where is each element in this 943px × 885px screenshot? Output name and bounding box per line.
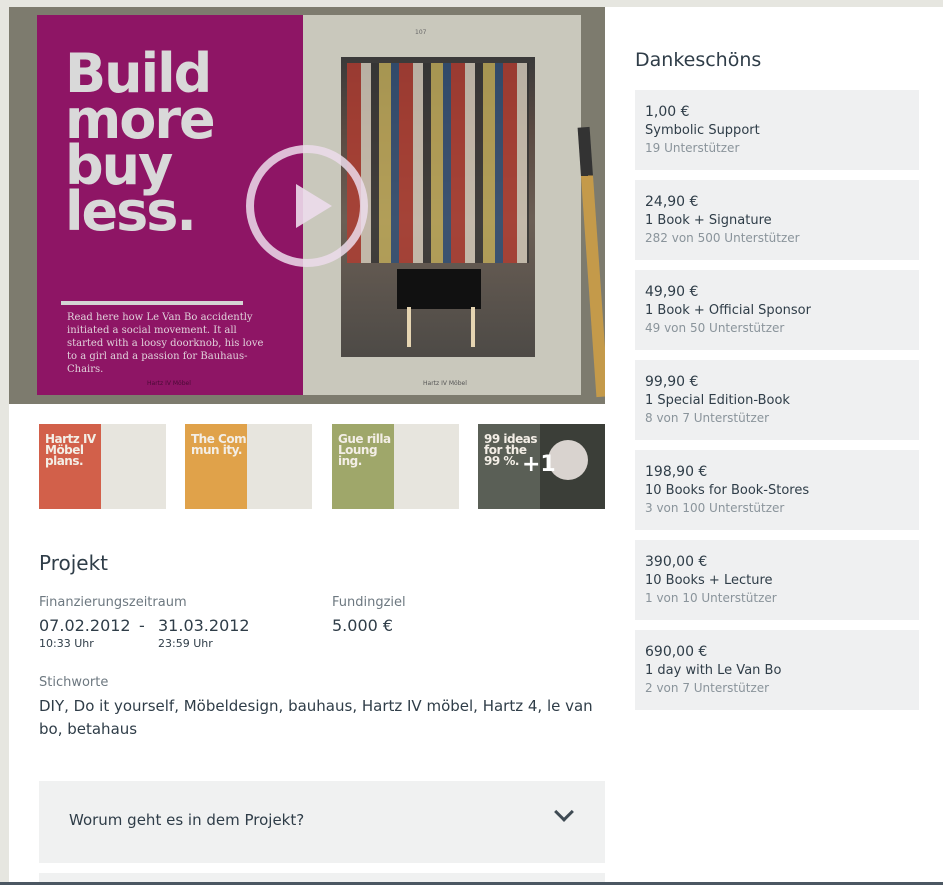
end-date: 31.03.2012 — [158, 616, 250, 635]
book-blurb: Read here how Le Van Bo accidently initi… — [67, 312, 264, 375]
period-label: Finanzierungszeitraum — [39, 595, 187, 610]
reward-price: 24,90 € — [645, 194, 699, 210]
sidebar: Dankeschöns 1,00 € Symbolic Support 19 U… — [605, 7, 943, 885]
chevron-down-icon[interactable] — [554, 802, 574, 822]
accordion-title: Worum geht es in dem Projekt? — [69, 811, 305, 829]
reward-supporters: 19 Unterstützer — [645, 141, 740, 155]
reward-name: Symbolic Support — [645, 123, 760, 138]
reward-name: 10 Books for Book-Stores — [645, 483, 810, 498]
reward-price: 390,00 € — [645, 554, 708, 570]
reward-supporters: 282 von 500 Unterstützer — [645, 231, 800, 245]
goal-label: Fundingziel — [332, 595, 406, 610]
pen — [577, 126, 605, 398]
reward-price: 49,90 € — [645, 284, 699, 300]
reward-price: 99,90 € — [645, 374, 699, 390]
reward-supporters: 1 von 10 Unterstützer — [645, 591, 777, 605]
reward-card[interactable]: 99,90 € 1 Special Edition-Book 8 von 7 U… — [635, 360, 919, 440]
main-column: Build more buy less. Read here how Le Va… — [9, 7, 605, 885]
thumbnail-page — [394, 424, 459, 509]
reward-supporters: 3 von 100 Unterstützer — [645, 501, 785, 515]
section-title: Projekt — [39, 551, 109, 575]
thumbnail-page — [101, 424, 166, 509]
date-separator: - — [139, 616, 145, 635]
reward-name: 10 Books + Lecture — [645, 573, 773, 588]
tags-list: DIY, Do it yourself, Möbeldesign, bauhau… — [39, 697, 593, 738]
reward-name: 1 Book + Official Sponsor — [645, 303, 811, 318]
reward-name: 1 day with Le Van Bo — [645, 663, 782, 678]
book-title: Build more buy less. — [65, 42, 216, 243]
reward-price: 690,00 € — [645, 644, 708, 660]
thumbnail[interactable]: Gue rilla Loung ing. — [332, 424, 459, 509]
thumbnail-title: Gue rilla Loung ing. — [338, 432, 391, 468]
reward-supporters: 2 von 7 Unterstützer — [645, 681, 770, 695]
start-time: 10:33 Uhr — [39, 637, 94, 650]
video-player[interactable]: Build more buy less. Read here how Le Va… — [9, 7, 605, 404]
reward-card[interactable]: 690,00 € 1 day with Le Van Bo 2 von 7 Un… — [635, 630, 919, 710]
reward-card[interactable]: 390,00 € 10 Books + Lecture 1 von 10 Unt… — [635, 540, 919, 620]
book-right-footer: Hartz IV Möbel — [423, 380, 467, 387]
reward-card[interactable]: 198,90 € 10 Books for Book-Stores 3 von … — [635, 450, 919, 530]
accordion-project-description[interactable]: Worum geht es in dem Projekt? — [39, 781, 605, 863]
play-button[interactable] — [246, 145, 368, 267]
thumbnail[interactable]: Hartz IV Möbel plans. — [39, 424, 166, 509]
reward-card[interactable]: 24,90 € 1 Book + Signature 282 von 500 U… — [635, 180, 919, 260]
play-icon — [296, 184, 332, 228]
reward-price: 1,00 € — [645, 104, 690, 120]
page-number: 107 — [415, 29, 427, 36]
reward-supporters: 8 von 7 Unterstützer — [645, 411, 770, 425]
thumbnail-page — [247, 424, 312, 509]
end-time: 23:59 Uhr — [158, 637, 213, 650]
chair-legs — [407, 307, 475, 347]
reward-price: 198,90 € — [645, 464, 708, 480]
thumbnail[interactable]: The Com mun ity. — [185, 424, 312, 509]
rewards-title: Dankeschöns — [635, 49, 762, 71]
start-date: 07.02.2012 — [39, 616, 131, 635]
reward-name: 1 Special Edition-Book — [645, 393, 790, 408]
book-rule — [61, 301, 243, 305]
reward-name: 1 Book + Signature — [645, 213, 772, 228]
chair-seat — [397, 269, 481, 309]
page-top-bar — [0, 0, 943, 7]
thumbnail-strip: Hartz IV Möbel plans. The Com mun ity. G… — [39, 424, 605, 509]
thumbnail-title: Hartz IV Möbel plans. — [45, 432, 96, 468]
more-images-count: +1 — [522, 452, 556, 477]
tags-label: Stichworte — [39, 675, 109, 690]
reward-card[interactable]: 1,00 € Symbolic Support 19 Unterstützer — [635, 90, 919, 170]
thumbnail-title: The Com mun ity. — [191, 432, 247, 457]
reward-card[interactable]: 49,90 € 1 Book + Official Sponsor 49 von… — [635, 270, 919, 350]
thumbnail[interactable]: 99 ideas for the 99 %. +1 — [478, 424, 605, 509]
goal-value: 5.000 € — [332, 616, 394, 635]
book-left-footer: Hartz IV Möbel — [147, 380, 191, 387]
reward-supporters: 49 von 50 Unterstützer — [645, 321, 785, 335]
poster-wall — [347, 63, 529, 263]
door-photo — [341, 57, 535, 357]
